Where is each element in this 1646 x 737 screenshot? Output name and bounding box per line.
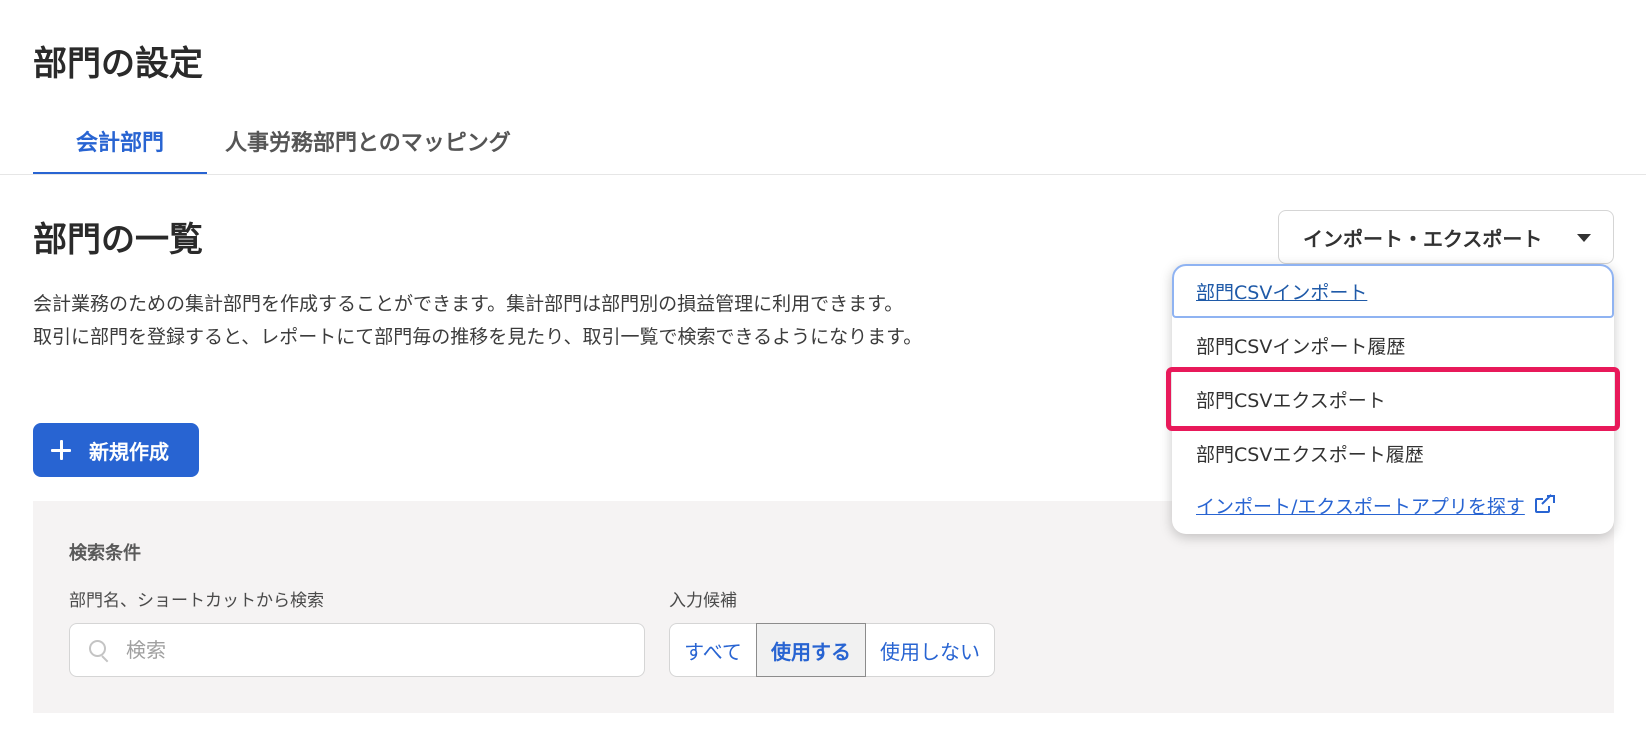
caret-down-icon: [1577, 234, 1591, 242]
search-icon: [88, 639, 110, 663]
department-search-label: 部門名、ショートカットから検索: [69, 591, 324, 611]
menu-item-csv-export-history[interactable]: 部門CSVエクスポート履歴: [1172, 426, 1614, 480]
menu-item-csv-export[interactable]: 部門CSVエクスポート: [1166, 367, 1620, 431]
menu-item-find-import-export-apps[interactable]: インポート/エクスポートアプリを探す: [1172, 478, 1614, 532]
section-description: 会計業務のための集計部門を作成することができます。集計部門は部門別の損益管理に利…: [33, 288, 922, 354]
menu-item-csv-import-history[interactable]: 部門CSVインポート履歴: [1172, 318, 1614, 372]
section-title: 部門の一覧: [33, 220, 203, 260]
search-panel-title: 検索条件: [69, 543, 141, 564]
filter-option-all[interactable]: すべて: [670, 624, 756, 676]
department-search-input[interactable]: [124, 637, 588, 663]
description-line-2: 取引に部門を登録すると、レポートにて部門毎の推移を見たり、取引一覧で検索できるよ…: [33, 326, 923, 348]
plus-icon: [51, 440, 71, 460]
tab-hr-department-mapping[interactable]: 人事労務部門とのマッピング: [225, 130, 511, 174]
input-candidates-filter: すべて 使用する 使用しない: [669, 623, 995, 677]
import-export-button-label: インポート・エクスポート: [1303, 226, 1543, 251]
menu-item-csv-import[interactable]: 部門CSVインポート: [1172, 264, 1614, 318]
description-line-1: 会計業務のための集計部門を作成することができます。集計部門は部門別の損益管理に利…: [33, 293, 904, 315]
new-department-button[interactable]: 新規作成: [33, 423, 199, 477]
input-candidates-label: 入力候補: [669, 591, 737, 611]
tab-accounting-departments[interactable]: 会計部門: [33, 130, 207, 174]
import-export-menu: 部門CSVインポート 部門CSVインポート履歴 部門CSVエクスポート 部門CS…: [1166, 264, 1620, 534]
menu-item-find-apps-label: インポート/エクスポートアプリを探す: [1196, 495, 1525, 518]
filter-option-not-in-use[interactable]: 使用しない: [866, 624, 994, 676]
filter-option-in-use[interactable]: 使用する: [756, 623, 866, 677]
import-export-button[interactable]: インポート・エクスポート: [1278, 210, 1614, 264]
tab-bar: 会計部門 人事労務部門とのマッピング: [0, 120, 1646, 175]
external-link-icon: [1534, 494, 1555, 515]
page-title: 部門の設定: [33, 44, 203, 84]
page: 部門の設定 会計部門 人事労務部門とのマッピング 部門の一覧 会計業務のための集…: [0, 0, 1646, 737]
department-search-box[interactable]: [69, 623, 645, 677]
new-department-button-label: 新規作成: [89, 439, 169, 464]
